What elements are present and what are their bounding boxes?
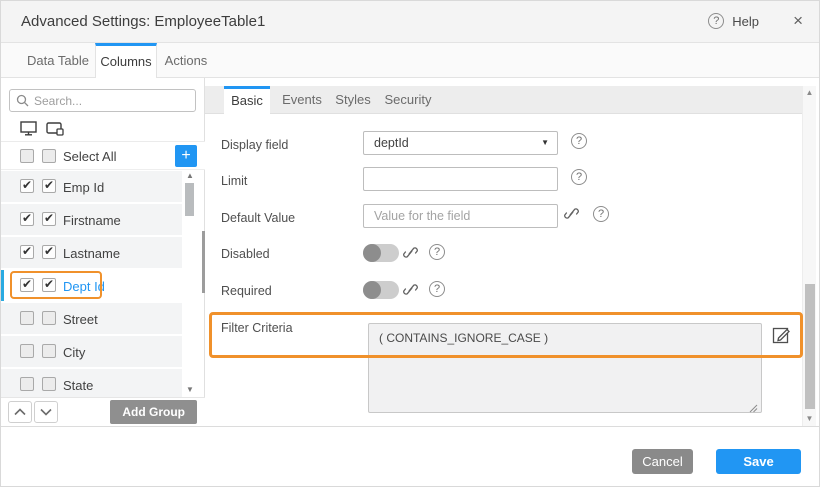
- desktop-icon[interactable]: [20, 121, 37, 136]
- mobile-checkbox[interactable]: [42, 278, 56, 292]
- scroll-down-icon[interactable]: ▼: [803, 414, 816, 423]
- tab-columns[interactable]: Columns: [95, 43, 157, 79]
- mobile-checkbox[interactable]: [42, 245, 56, 259]
- scroll-up-icon[interactable]: ▲: [803, 88, 816, 97]
- selected-row-bar: [1, 270, 4, 301]
- move-down-button[interactable]: [34, 401, 58, 423]
- limit-help-icon[interactable]: ?: [571, 169, 587, 185]
- chevron-down-icon: ▼: [541, 132, 549, 154]
- help-label: Help: [732, 14, 759, 29]
- desktop-checkbox[interactable]: [20, 245, 34, 259]
- column-label: Lastname: [63, 246, 120, 261]
- column-row-firstname[interactable]: Firstname: [1, 204, 182, 235]
- column-label: Firstname: [63, 213, 121, 228]
- mobile-checkbox[interactable]: [42, 179, 56, 193]
- toggle-knob: [363, 281, 381, 299]
- move-up-button[interactable]: [8, 401, 32, 423]
- column-row-lastname[interactable]: Lastname: [1, 237, 182, 268]
- help-button[interactable]: ? Help: [708, 13, 759, 29]
- add-column-button[interactable]: +: [175, 145, 197, 167]
- disabled-toggle[interactable]: [363, 244, 399, 262]
- search-icon: [16, 94, 29, 107]
- limit-label: Limit: [221, 174, 247, 188]
- desktop-checkbox[interactable]: [20, 344, 34, 358]
- column-list-scrollbar[interactable]: ▲ ▼: [184, 171, 196, 397]
- tab-data-table[interactable]: Data Table: [21, 43, 95, 78]
- desktop-checkbox[interactable]: [20, 179, 34, 193]
- scrollbar-thumb[interactable]: [805, 284, 815, 409]
- main-tab-bar: Data Table Columns Actions: [1, 43, 820, 78]
- column-label: State: [63, 378, 93, 393]
- required-label: Required: [221, 284, 272, 298]
- default-value-label: Default Value: [221, 211, 295, 225]
- column-settings-panel: Basic Events Styles Security Display fie…: [205, 78, 820, 426]
- tab-styles[interactable]: Styles: [331, 86, 375, 114]
- columns-sidebar: Select All + Emp Id Firstname: [1, 78, 205, 426]
- desktop-checkbox[interactable]: [20, 311, 34, 325]
- panel-scrollbar[interactable]: ▲ ▼: [802, 86, 816, 426]
- help-icon: ?: [708, 13, 724, 29]
- search-input[interactable]: [29, 94, 195, 108]
- limit-input[interactable]: [363, 167, 558, 191]
- required-toggle[interactable]: [363, 281, 399, 299]
- select-all-row: Select All +: [1, 142, 205, 170]
- scroll-up-icon[interactable]: ▲: [184, 171, 196, 180]
- column-label: Street: [63, 312, 98, 327]
- close-icon[interactable]: ×: [793, 11, 803, 31]
- default-value-help-icon[interactable]: ?: [593, 206, 609, 222]
- bind-link-icon[interactable]: [564, 205, 579, 222]
- device-toggle-row: [1, 115, 205, 142]
- dialog-header: Advanced Settings: EmployeeTable1 ? Help…: [1, 1, 820, 43]
- dialog-footer: Cancel Save: [1, 426, 820, 487]
- display-field-help-icon[interactable]: ?: [571, 133, 587, 149]
- display-field-select[interactable]: deptId ▼: [363, 131, 558, 155]
- column-row-emp-id[interactable]: Emp Id: [1, 171, 182, 202]
- disabled-label: Disabled: [221, 247, 270, 261]
- toggle-knob: [363, 244, 381, 262]
- display-field-value: deptId: [374, 136, 409, 150]
- search-box: [9, 89, 196, 112]
- column-list: Emp Id Firstname Lastname: [1, 171, 205, 397]
- tab-security[interactable]: Security: [379, 86, 437, 114]
- desktop-checkbox[interactable]: [20, 212, 34, 226]
- bind-link-icon[interactable]: [403, 281, 418, 298]
- required-help-icon[interactable]: ?: [429, 281, 445, 297]
- column-label: City: [63, 345, 85, 360]
- advanced-settings-dialog: Advanced Settings: EmployeeTable1 ? Help…: [0, 0, 820, 487]
- mobile-checkbox[interactable]: [42, 377, 56, 391]
- column-label: Emp Id: [63, 180, 104, 195]
- dialog-title: Advanced Settings: EmployeeTable1: [21, 13, 265, 30]
- tab-actions[interactable]: Actions: [157, 43, 215, 78]
- cancel-button[interactable]: Cancel: [632, 449, 693, 474]
- column-row-state[interactable]: State: [1, 369, 182, 397]
- save-button[interactable]: Save: [716, 449, 801, 474]
- disabled-help-icon[interactable]: ?: [429, 244, 445, 260]
- default-value-input[interactable]: [363, 204, 558, 228]
- mobile-checkbox[interactable]: [42, 344, 56, 358]
- column-label: Dept Id: [63, 279, 105, 294]
- display-field-label: Display field: [221, 138, 288, 152]
- select-all-mobile-checkbox[interactable]: [42, 149, 56, 163]
- add-group-button[interactable]: Add Group: [110, 400, 197, 424]
- column-row-street[interactable]: Street: [1, 303, 182, 334]
- mobile-checkbox[interactable]: [42, 212, 56, 226]
- tab-events[interactable]: Events: [277, 86, 327, 114]
- mobile-checkbox[interactable]: [42, 311, 56, 325]
- tab-basic[interactable]: Basic: [224, 86, 270, 115]
- select-all-label: Select All: [63, 149, 116, 164]
- scrollbar-thumb[interactable]: [185, 183, 194, 216]
- edit-filter-icon[interactable]: [771, 324, 792, 345]
- sidebar-footer: Add Group: [1, 397, 205, 426]
- scroll-down-icon[interactable]: ▼: [184, 385, 196, 394]
- bind-link-icon[interactable]: [403, 244, 418, 261]
- desktop-checkbox[interactable]: [20, 377, 34, 391]
- filter-criteria-textarea[interactable]: ( CONTAINS_IGNORE_CASE ): [368, 323, 762, 413]
- select-all-desktop-checkbox[interactable]: [20, 149, 34, 163]
- panel-tab-bar: Basic Events Styles Security: [205, 86, 802, 114]
- column-row-dept-id[interactable]: Dept Id: [1, 270, 182, 301]
- mobile-tablet-icon[interactable]: [46, 121, 64, 136]
- column-row-city[interactable]: City: [1, 336, 182, 367]
- desktop-checkbox[interactable]: [20, 278, 34, 292]
- filter-criteria-label: Filter Criteria: [221, 321, 293, 335]
